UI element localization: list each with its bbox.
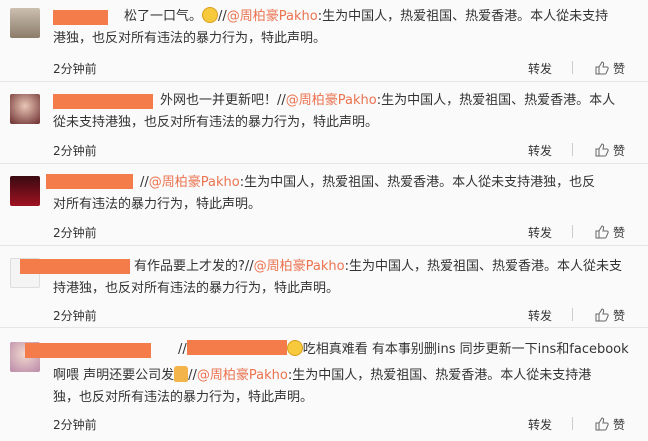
repost-button[interactable]: 转发 bbox=[528, 142, 552, 159]
redacted-username bbox=[53, 94, 153, 109]
like-button[interactable]: 赞 bbox=[595, 224, 625, 241]
timestamp: 2分钟前 bbox=[53, 418, 97, 432]
comment-text-line3: 独，也反对所有违法的暴力行为，特此声明。 bbox=[53, 390, 314, 405]
comment-text-line2: 港独，也反对所有违法的暴力行为，特此声明。 bbox=[53, 31, 327, 46]
comment-text: 松了一口气。 //@周柏豪Pakho:生为中国人，热爱祖国、热爱香港。本人從未支持 bbox=[124, 6, 608, 28]
comment-slash: // bbox=[218, 9, 227, 24]
timestamp: 2分钟前 bbox=[53, 309, 97, 323]
timestamp: 2分钟前 bbox=[53, 226, 97, 240]
like-label: 赞 bbox=[613, 226, 626, 240]
redacted-mention bbox=[186, 340, 287, 355]
repost-button[interactable]: 转发 bbox=[528, 416, 552, 433]
like-button[interactable]: 赞 bbox=[595, 60, 625, 77]
thumbs-up-icon bbox=[595, 308, 609, 322]
comment-item: // 吃相真难看 有本事别删ins 同步更新一下ins和facebook 啊喂 声… bbox=[0, 328, 648, 441]
comment-text-line2: 啊喂 声明还要公司发 //@周柏豪Pakho:生为中国人，热爱祖国、热爱香港。本人… bbox=[53, 365, 591, 387]
comment-text: // 吃相真难看 有本事别删ins 同步更新一下ins和facebook bbox=[178, 339, 629, 361]
mention-link[interactable]: @周柏豪Pakho bbox=[197, 368, 288, 383]
action-divider bbox=[572, 308, 573, 321]
comment-prefix: 外网也一并更新吧！// bbox=[160, 93, 286, 108]
comment-prefix: 松了一口气。 bbox=[124, 9, 203, 24]
action-divider bbox=[572, 61, 573, 74]
comment-item: 松了一口气。 //@周柏豪Pakho:生为中国人，热爱祖国、热爱香港。本人從未支持… bbox=[0, 0, 648, 82]
like-label: 赞 bbox=[613, 144, 626, 158]
comment-text: 有作品要上才发的?//@周柏豪Pakho:生为中国人，热爱祖国、热爱香港。本人從… bbox=[134, 256, 622, 278]
timestamp: 2分钟前 bbox=[53, 62, 97, 76]
mention-link[interactable]: @周柏豪Pakho bbox=[227, 9, 318, 24]
comment-body: :生为中国人，热爱祖国、热爱香港。本人從未支 bbox=[344, 259, 623, 274]
comment-prefix: // bbox=[140, 175, 149, 190]
comment-body: :生为中国人，热爱祖国、热爱香港。本人從未支持 bbox=[317, 9, 609, 24]
comment-prefix: // bbox=[178, 342, 187, 357]
comment-text: 外网也一并更新吧！//@周柏豪Pakho:生为中国人，热爱祖国、热爱香港。本人 bbox=[160, 90, 615, 112]
mention-link[interactable]: @周柏豪Pakho bbox=[149, 175, 240, 190]
comment-text: //@周柏豪Pakho:生为中国人，热爱祖国、热爱香港。本人從未支持港独，也反 bbox=[140, 172, 595, 194]
like-label: 赞 bbox=[613, 418, 626, 432]
action-divider bbox=[572, 225, 573, 238]
repost-button[interactable]: 转发 bbox=[528, 60, 552, 77]
action-divider bbox=[572, 143, 573, 156]
comment-body: :生为中国人，热爱祖国、热爱香港。本人從未支持港 bbox=[287, 368, 592, 383]
redacted-username bbox=[46, 174, 133, 189]
redacted-username bbox=[25, 343, 151, 358]
comment-item: 外网也一并更新吧！//@周柏豪Pakho:生为中国人，热爱祖国、热爱香港。本人 … bbox=[0, 82, 648, 164]
redacted-username bbox=[53, 10, 108, 25]
mention-link[interactable]: @周柏豪Pakho bbox=[254, 259, 345, 274]
avatar[interactable] bbox=[10, 8, 40, 38]
crying-face-icon bbox=[202, 7, 219, 23]
thumbs-up-emoji-icon bbox=[174, 366, 189, 382]
repost-button[interactable]: 转发 bbox=[528, 224, 552, 241]
like-label: 赞 bbox=[613, 62, 626, 76]
like-button[interactable]: 赞 bbox=[595, 416, 625, 433]
thumbs-up-icon bbox=[595, 225, 609, 239]
like-label: 赞 bbox=[613, 309, 626, 323]
thumbs-up-icon bbox=[595, 417, 609, 431]
comment-prefix: 啊喂 声明还要公司发 bbox=[53, 368, 175, 383]
mention-link[interactable]: @周柏豪Pakho bbox=[286, 93, 377, 108]
avatar[interactable] bbox=[10, 94, 40, 124]
comment-item: //@周柏豪Pakho:生为中国人，热爱祖国、热爱香港。本人從未支持港独，也反 … bbox=[0, 164, 648, 246]
comment-slash: // bbox=[188, 368, 197, 383]
timestamp: 2分钟前 bbox=[53, 144, 97, 158]
thumbs-up-icon bbox=[595, 61, 609, 75]
comment-prefix: 有作品要上才发的?// bbox=[134, 259, 254, 274]
comment-body: :生为中国人，热爱祖国、热爱香港。本人從未支持港独，也反 bbox=[239, 175, 596, 190]
comment-list: 松了一口气。//@周柏豪Pakho:生为中国人，热爱祖国、热爱香港。本人從未支持… bbox=[0, 0, 648, 441]
like-button[interactable]: 赞 bbox=[595, 307, 625, 324]
thumbs-up-icon bbox=[595, 143, 609, 157]
action-divider bbox=[572, 417, 573, 430]
repost-button[interactable]: 转发 bbox=[528, 307, 552, 324]
comment-text-line2: 对所有违法的暴力行为，特此声明。 bbox=[53, 197, 262, 212]
redacted-username bbox=[20, 259, 130, 274]
comment-body: :生为中国人，热爱祖国、热爱香港。本人 bbox=[376, 93, 616, 108]
comment-item: 有作品要上才发的?//@周柏豪Pakho:生为中国人，热爱祖国、热爱香港。本人從… bbox=[0, 246, 648, 328]
comment-text-line2: 從未支持港独，也反对所有违法的暴力行为，特此声明。 bbox=[53, 115, 379, 130]
grinning-face-icon bbox=[286, 340, 303, 356]
comment-text-line2: 持港独，也反对所有违法的暴力行为，特此声明。 bbox=[53, 281, 340, 296]
avatar[interactable] bbox=[10, 176, 40, 206]
like-button[interactable]: 赞 bbox=[595, 142, 625, 159]
comment-body: 吃相真难看 有本事别删ins 同步更新一下ins和facebook bbox=[302, 342, 629, 357]
